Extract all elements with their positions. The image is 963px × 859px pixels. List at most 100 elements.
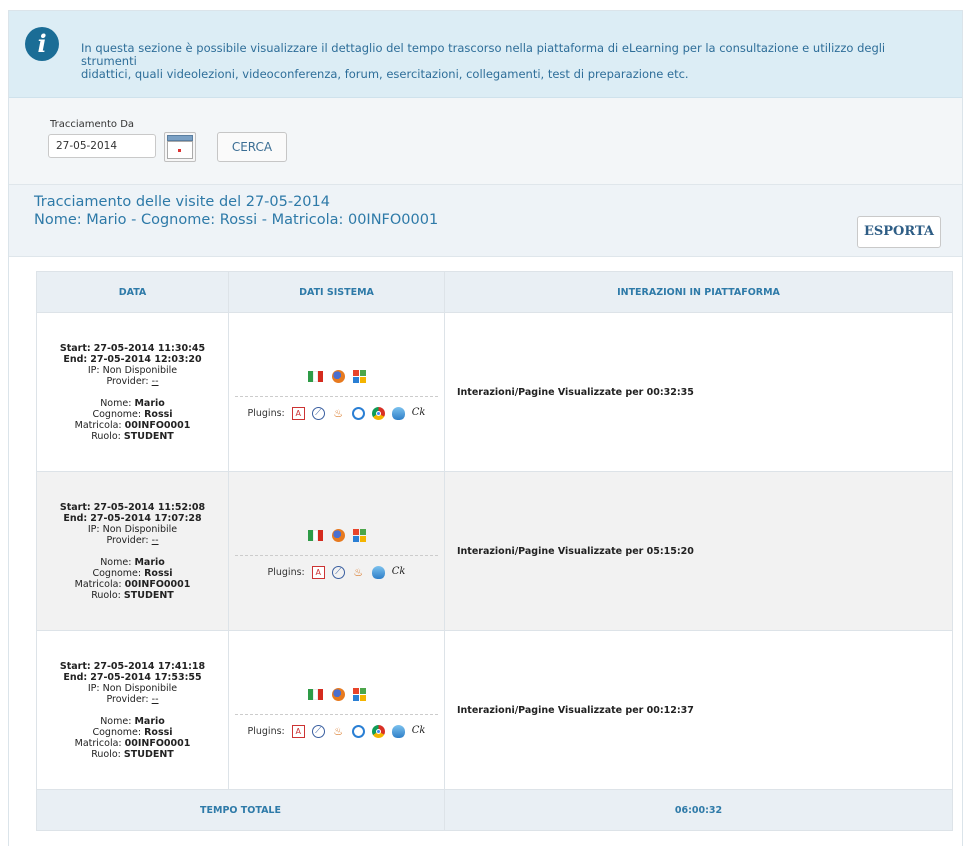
java-icon: ♨ (333, 725, 344, 738)
cognome-label: Cognome: (92, 726, 142, 738)
plugins-list: Plugins: A ⟋ ♨ Ck (229, 566, 444, 579)
windows-icon (352, 528, 366, 542)
provider-label: Provider: (106, 375, 149, 387)
safari-icon: ⟋ (331, 566, 345, 579)
wmp-icon (391, 725, 405, 738)
matricola-value: 00INFO0001 (124, 578, 191, 590)
table-row: Start: 27-05-2014 11:52:08 End: 27-05-20… (36, 471, 953, 631)
search-button[interactable]: CERCA (217, 132, 287, 162)
page-title: Tracciamento delle visite del 27-05-2014 (34, 194, 330, 210)
end-label: End: (63, 353, 88, 365)
end-label: End: (63, 671, 88, 683)
table-row: Start: 27-05-2014 11:30:45 End: 27-05-20… (36, 312, 953, 472)
info-box: i In questa sezione è possibile visualiz… (9, 11, 962, 98)
info-icon: i (25, 27, 59, 61)
end-time: 27-05-2014 17:07:28 (90, 512, 202, 524)
interactions-text: Interazioni/Pagine Visualizzate per 00:1… (444, 630, 953, 790)
java-icon: ♨ (353, 566, 364, 579)
nome-value: Mario (134, 397, 165, 409)
cognome-value: Rossi (144, 408, 173, 420)
info-line-1: In questa sezione è possibile visualizza… (81, 41, 886, 68)
safari-icon: ⟋ (311, 725, 325, 738)
start-label: Start: (59, 342, 91, 354)
search-form: Tracciamento Da CERCA (9, 98, 962, 185)
column-header-interazioni: INTERAZIONI IN PIATTAFORMA (444, 271, 953, 313)
total-value: 06:00:32 (444, 789, 953, 831)
provider-value: -- (151, 534, 159, 546)
ruolo-value: STUDENT (123, 430, 174, 442)
plugins-list: Plugins: A ⟋ ♨ Ck (229, 725, 444, 738)
cognome-label: Cognome: (92, 567, 142, 579)
start-time: 27-05-2014 17:41:18 (93, 660, 206, 672)
system-icons (235, 682, 438, 715)
ip-address: IP: Non Disponibile (87, 682, 178, 694)
nome-label: Nome: (100, 715, 132, 727)
ruolo-value: STUDENT (123, 748, 174, 760)
wmp-icon (391, 407, 405, 420)
pdf-icon: A (311, 566, 325, 579)
ip-address: IP: Non Disponibile (87, 523, 178, 535)
plugins-label: Plugins: (247, 408, 285, 419)
java-icon: ♨ (333, 407, 344, 420)
column-header-data: DATA (36, 271, 229, 313)
matricola-label: Matricola: (74, 737, 122, 749)
firefox-icon (331, 369, 345, 383)
quicktime-icon (351, 725, 365, 738)
tracking-panel: i In questa sezione è possibile visualiz… (8, 10, 963, 847)
italy-flag-icon (307, 529, 324, 541)
cognome-value: Rossi (144, 726, 173, 738)
interactions-text: Interazioni/Pagine Visualizzate per 00:3… (444, 312, 953, 472)
total-label: TEMPO TOTALE (36, 789, 445, 831)
date-field[interactable] (48, 134, 156, 158)
nome-value: Mario (134, 715, 165, 727)
column-header-dati-sistema: DATI SISTEMA (228, 271, 445, 313)
end-label: End: (63, 512, 88, 524)
matricola-label: Matricola: (74, 578, 122, 590)
table-row: Start: 27-05-2014 17:41:18 End: 27-05-20… (36, 630, 953, 790)
info-line-2: didattici, quali videolezioni, videoconf… (81, 67, 689, 81)
end-time: 27-05-2014 17:53:55 (90, 671, 202, 683)
ck-icon: Ck (411, 725, 426, 736)
matricola-value: 00INFO0001 (124, 737, 191, 749)
system-icons (235, 364, 438, 397)
visit-details: Start: 27-05-2014 11:52:08 End: 27-05-20… (36, 471, 229, 631)
start-time: 27-05-2014 11:52:08 (93, 501, 206, 513)
provider-label: Provider: (106, 534, 149, 546)
start-time: 27-05-2014 11:30:45 (93, 342, 206, 354)
provider-label: Provider: (106, 693, 149, 705)
nome-label: Nome: (100, 397, 132, 409)
italy-flag-icon (307, 370, 324, 382)
chrome-icon (371, 407, 385, 420)
end-time: 27-05-2014 12:03:20 (90, 353, 202, 365)
total-row: TEMPO TOTALE 06:00:32 (36, 789, 953, 831)
provider-value: -- (151, 375, 159, 387)
calendar-icon[interactable] (164, 132, 196, 162)
quicktime-icon (351, 407, 365, 420)
pdf-icon: A (291, 407, 305, 420)
info-text: In questa sezione è possibile visualizza… (81, 42, 941, 81)
firefox-icon (331, 687, 345, 701)
export-button[interactable]: ESPORTA (857, 216, 941, 248)
student-info: Nome: Mario - Cognome: Rossi - Matricola… (34, 212, 439, 228)
table-header-row: DATA DATI SISTEMA INTERAZIONI IN PIATTAF… (36, 271, 953, 313)
plugins-label: Plugins: (267, 567, 305, 578)
pdf-icon: A (291, 725, 305, 738)
ruolo-label: Ruolo: (91, 748, 121, 760)
cognome-value: Rossi (144, 567, 173, 579)
ruolo-label: Ruolo: (91, 589, 121, 601)
provider-value: -- (151, 693, 159, 705)
ruolo-label: Ruolo: (91, 430, 121, 442)
start-label: Start: (59, 660, 91, 672)
ck-icon: Ck (411, 407, 426, 418)
windows-icon (352, 369, 366, 383)
result-header: Tracciamento delle visite del 27-05-2014… (9, 185, 962, 255)
nome-value: Mario (134, 556, 165, 568)
interactions-text: Interazioni/Pagine Visualizzate per 05:1… (444, 471, 953, 631)
visits-table: DATA DATI SISTEMA INTERAZIONI IN PIATTAF… (36, 271, 953, 831)
visit-details: Start: 27-05-2014 17:41:18 End: 27-05-20… (36, 630, 229, 790)
date-field-label: Tracciamento Da (50, 119, 135, 130)
windows-icon (352, 687, 366, 701)
matricola-label: Matricola: (74, 419, 122, 431)
system-data: Plugins: A ⟋ ♨ Ck (228, 312, 445, 472)
plugins-label: Plugins: (247, 726, 285, 737)
